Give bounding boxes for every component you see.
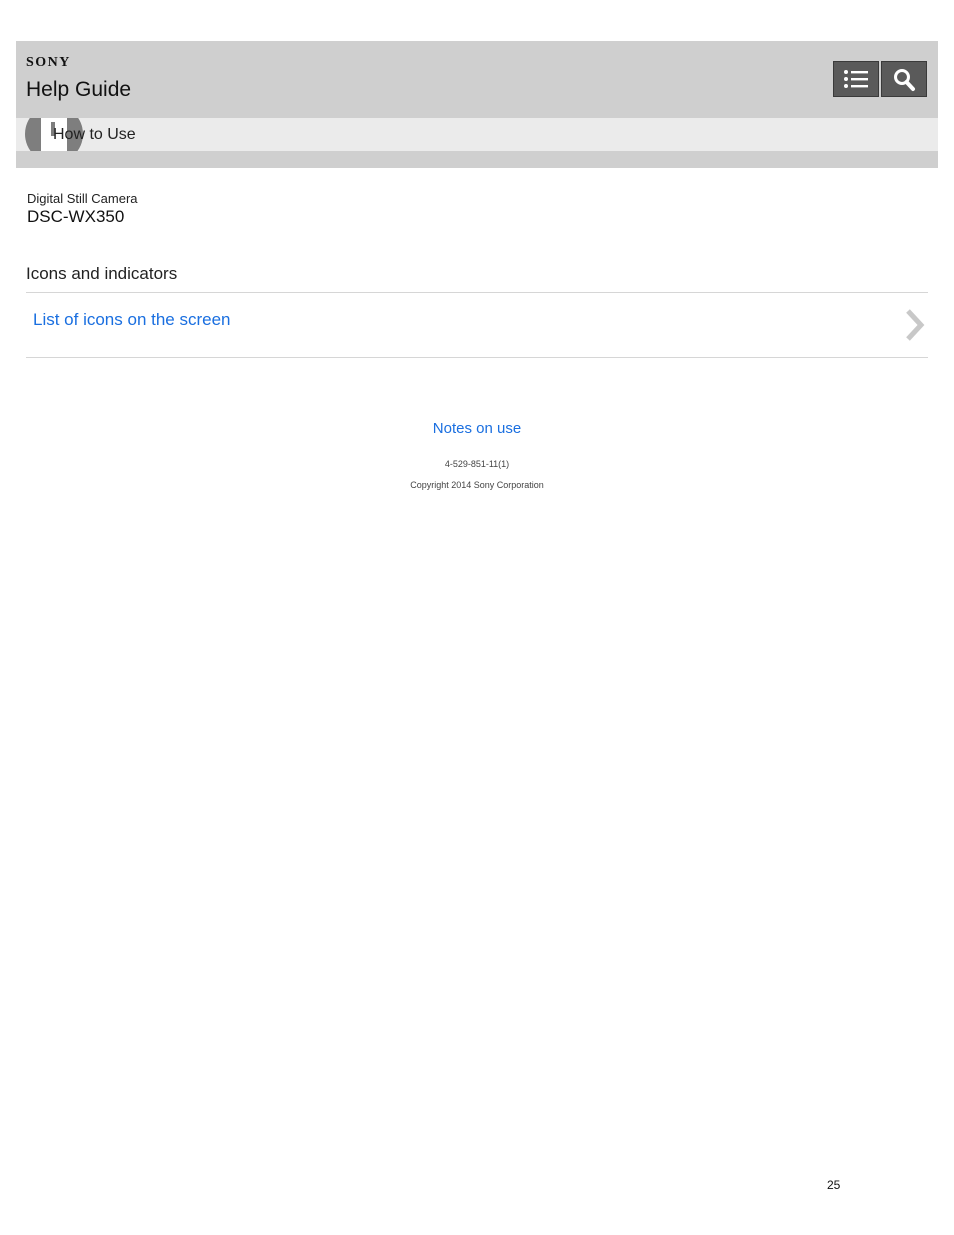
table-of-contents-button[interactable] xyxy=(833,61,879,97)
search-button[interactable] xyxy=(881,61,927,97)
search-icon xyxy=(894,69,915,91)
chevron-right-icon xyxy=(906,309,925,341)
list-icon xyxy=(844,70,868,88)
notes-on-use-container: Notes on use xyxy=(0,420,954,437)
category-label: How to Use xyxy=(53,126,136,143)
document-number: 4-529-851-11(1) xyxy=(444,459,510,469)
page-title: Help Guide xyxy=(26,78,132,101)
divider xyxy=(26,357,928,358)
page-number: 25 xyxy=(827,1178,841,1192)
brand-logo: SONY xyxy=(26,55,71,70)
product-category: Digital Still Camera xyxy=(27,191,138,206)
product-model: DSC-WX350 xyxy=(27,207,125,226)
topic-list-item[interactable]: List of icons on the screen xyxy=(26,293,928,357)
section-heading: Icons and indicators xyxy=(26,264,178,283)
header-bar: SONY Help Guide xyxy=(16,41,938,118)
topic-link[interactable]: List of icons on the screen xyxy=(33,310,231,330)
copyright-text: Copyright 2014 Sony Corporation xyxy=(410,480,544,490)
notes-on-use-link[interactable]: Notes on use xyxy=(433,420,521,437)
category-bar: How to Use xyxy=(16,118,938,151)
help-guide-page: SONY Help Guide How to Use Digital Still… xyxy=(0,0,954,1235)
header-bottom-strip xyxy=(16,151,938,168)
